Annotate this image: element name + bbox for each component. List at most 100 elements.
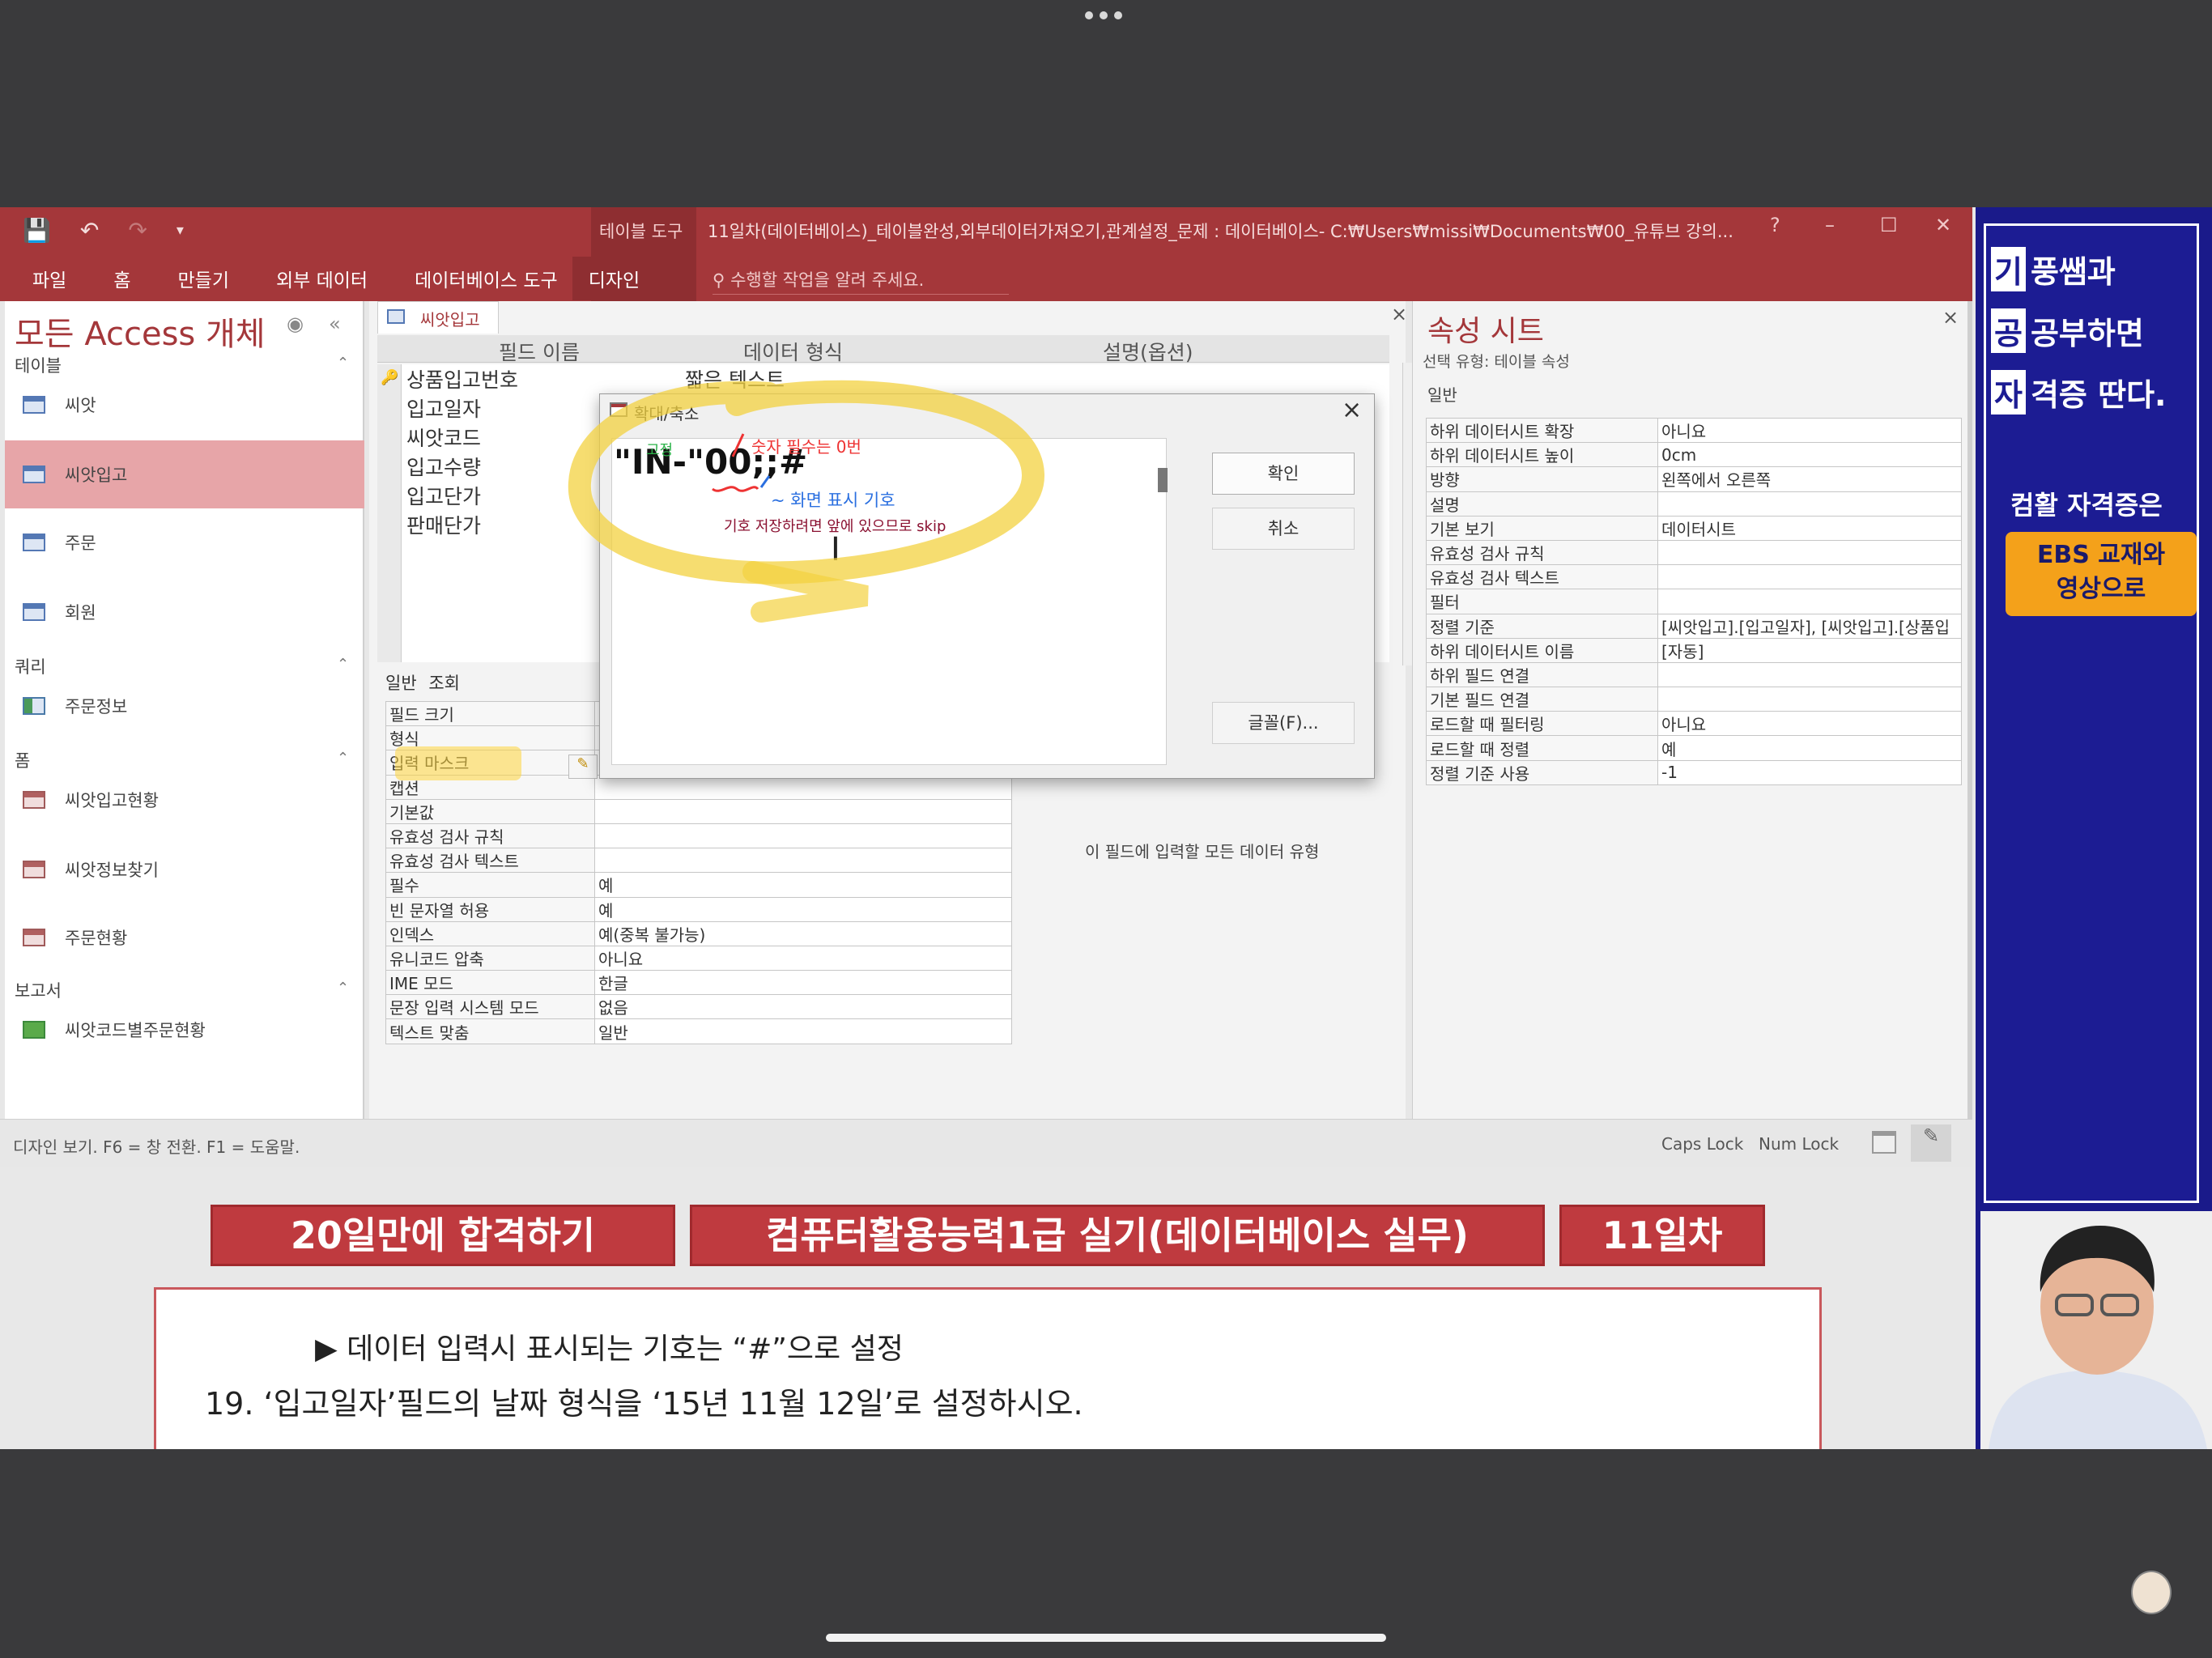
- maximize-icon[interactable]: ☐: [1880, 214, 1898, 236]
- field-row[interactable]: 입고일자: [406, 393, 481, 423]
- nav-collapse-icon[interactable]: «: [329, 312, 341, 335]
- text-scroll-thumb[interactable]: [1158, 468, 1168, 492]
- property-value[interactable]: 아니요: [594, 945, 1012, 971]
- property-value[interactable]: 예(중복 불가능): [594, 920, 1012, 946]
- property-value[interactable]: [자동]: [1657, 637, 1962, 663]
- cancel-button[interactable]: 취소: [1212, 508, 1355, 550]
- property-row[interactable]: 필수 예: [385, 872, 1012, 898]
- property-value[interactable]: 한글: [594, 970, 1012, 996]
- nav-item-form[interactable]: 씨앗입고현황: [5, 766, 364, 834]
- property-value[interactable]: 예: [594, 896, 1012, 922]
- font-button[interactable]: 글꼴(F)...: [1212, 702, 1355, 744]
- property-row[interactable]: 인덱스 예(중복 불가능): [385, 920, 1012, 946]
- chevron-up-icon[interactable]: ⌃: [337, 355, 349, 372]
- close-sheet-icon[interactable]: ×: [1942, 306, 1959, 329]
- design-view-icon[interactable]: ✎: [1911, 1124, 1951, 1162]
- close-icon[interactable]: ×: [1342, 396, 1362, 424]
- tab-design[interactable]: 디자인: [572, 257, 657, 300]
- property-row[interactable]: 정렬 기준 [씨앗입고].[입고일자], [씨앗입고].[상품입: [1426, 613, 1962, 639]
- property-row[interactable]: IME 모드 한글: [385, 970, 1012, 996]
- property-value[interactable]: [1657, 661, 1962, 688]
- redo-icon[interactable]: ↷: [128, 217, 147, 244]
- property-value[interactable]: 예: [1657, 735, 1962, 761]
- property-row[interactable]: 유효성 검사 규칙: [385, 823, 1012, 849]
- property-row[interactable]: 유효성 검사 텍스트: [385, 848, 1012, 874]
- chevron-up-icon[interactable]: ⌃: [337, 656, 349, 673]
- property-value[interactable]: [1657, 539, 1962, 566]
- nav-item-query[interactable]: 주문정보: [5, 672, 364, 740]
- property-value[interactable]: 없음: [594, 994, 1012, 1020]
- nav-item-form[interactable]: 씨앗정보찾기: [5, 835, 364, 903]
- property-row[interactable]: 하위 데이터시트 높이 0cm: [1426, 442, 1962, 468]
- tab-database-tools[interactable]: 데이터베이스 도구: [415, 265, 558, 292]
- property-row[interactable]: 방향 왼쪽에서 오른쪽: [1426, 466, 1962, 492]
- property-value[interactable]: 일반: [594, 1018, 1012, 1044]
- property-value[interactable]: -1: [1657, 759, 1962, 785]
- home-indicator[interactable]: [826, 1634, 1386, 1642]
- property-value[interactable]: [1657, 687, 1962, 712]
- property-row[interactable]: 텍스트 맞춤 일반: [385, 1018, 1012, 1044]
- property-value[interactable]: 아니요: [1657, 711, 1962, 737]
- property-value[interactable]: 데이터시트: [1657, 515, 1962, 541]
- property-row[interactable]: 정렬 기준 사용 -1: [1426, 759, 1962, 785]
- property-row[interactable]: 유효성 검사 규칙: [1426, 539, 1962, 566]
- property-value[interactable]: [594, 823, 1012, 849]
- property-value[interactable]: 예: [594, 872, 1012, 898]
- tab-home[interactable]: 홈: [113, 265, 130, 292]
- field-row[interactable]: 입고단가: [406, 481, 481, 510]
- property-row[interactable]: 빈 문자열 허용 예: [385, 896, 1012, 922]
- nav-item-report[interactable]: 씨앗코드별주문현황: [5, 996, 364, 1064]
- property-row[interactable]: 기본 필드 연결: [1426, 687, 1962, 712]
- row-selector-column[interactable]: [377, 364, 402, 662]
- field-row[interactable]: 입고수량: [406, 452, 481, 481]
- property-value[interactable]: [씨앗입고].[입고일자], [씨앗입고].[상품입: [1657, 613, 1962, 639]
- property-row[interactable]: 설명: [1426, 491, 1962, 517]
- tab-lookup[interactable]: 조회: [428, 674, 460, 693]
- nav-title[interactable]: 모든 Access 개체: [15, 308, 266, 355]
- builder-icon[interactable]: ✎: [568, 755, 598, 779]
- property-value[interactable]: [594, 848, 1012, 874]
- property-row[interactable]: 하위 필드 연결: [1426, 661, 1962, 688]
- chevron-up-icon[interactable]: ⌃: [337, 750, 349, 767]
- multitask-dots-icon[interactable]: [1085, 11, 1127, 23]
- tab-external-data[interactable]: 외부 데이터: [276, 265, 368, 292]
- save-icon[interactable]: 💾: [23, 217, 51, 244]
- field-row[interactable]: 상품입고번호: [406, 364, 518, 393]
- nav-item-table[interactable]: 씨앗입고: [5, 440, 364, 508]
- property-row[interactable]: 필터: [1426, 589, 1962, 614]
- close-icon[interactable]: ✕: [1935, 214, 1951, 236]
- nav-item-table[interactable]: 주문: [5, 508, 364, 576]
- chevron-up-icon[interactable]: ⌃: [337, 980, 349, 997]
- property-value[interactable]: [594, 798, 1012, 824]
- tab-file[interactable]: 파일: [32, 265, 66, 292]
- property-value[interactable]: [1657, 564, 1962, 590]
- tab-create[interactable]: 만들기: [178, 265, 229, 292]
- tab-general[interactable]: 일반: [1427, 382, 1457, 406]
- property-row[interactable]: 기본값: [385, 798, 1012, 824]
- property-row[interactable]: 유니코드 압축 아니요: [385, 945, 1012, 971]
- tell-me-search[interactable]: ⚲ 수행할 작업을 알려 주세요.: [713, 261, 1009, 295]
- nav-item-table[interactable]: 씨앗: [5, 371, 364, 439]
- undo-icon[interactable]: ↶: [80, 217, 99, 244]
- datasheet-view-icon[interactable]: [1872, 1131, 1896, 1154]
- property-row[interactable]: 로드할 때 필터링 아니요: [1426, 711, 1962, 737]
- property-row[interactable]: 로드할 때 정렬 예: [1426, 735, 1962, 761]
- nav-item-form[interactable]: 주문현황: [5, 903, 364, 971]
- property-value[interactable]: 왼쪽에서 오른쪽: [1657, 466, 1962, 492]
- ok-button[interactable]: 확인: [1212, 453, 1355, 495]
- field-row[interactable]: 판매단가: [406, 510, 481, 539]
- property-value[interactable]: [1657, 491, 1962, 517]
- property-value[interactable]: 0cm: [1657, 442, 1962, 468]
- close-document-icon[interactable]: ×: [1391, 303, 1407, 325]
- tab-general[interactable]: 일반: [385, 674, 417, 693]
- property-row[interactable]: 하위 데이터시트 확장 아니요: [1426, 417, 1962, 444]
- nav-search-icon[interactable]: ◉: [287, 312, 304, 335]
- property-row[interactable]: 유효성 검사 텍스트: [1426, 564, 1962, 590]
- property-row[interactable]: 하위 데이터시트 이름 [자동]: [1426, 637, 1962, 663]
- nav-item-table[interactable]: 회원: [5, 578, 364, 646]
- customize-icon[interactable]: ▾: [177, 217, 184, 244]
- field-row[interactable]: 씨앗코드: [406, 423, 481, 452]
- help-icon[interactable]: ?: [1770, 214, 1780, 236]
- property-value[interactable]: 아니요: [1657, 417, 1962, 444]
- property-value[interactable]: [1657, 589, 1962, 614]
